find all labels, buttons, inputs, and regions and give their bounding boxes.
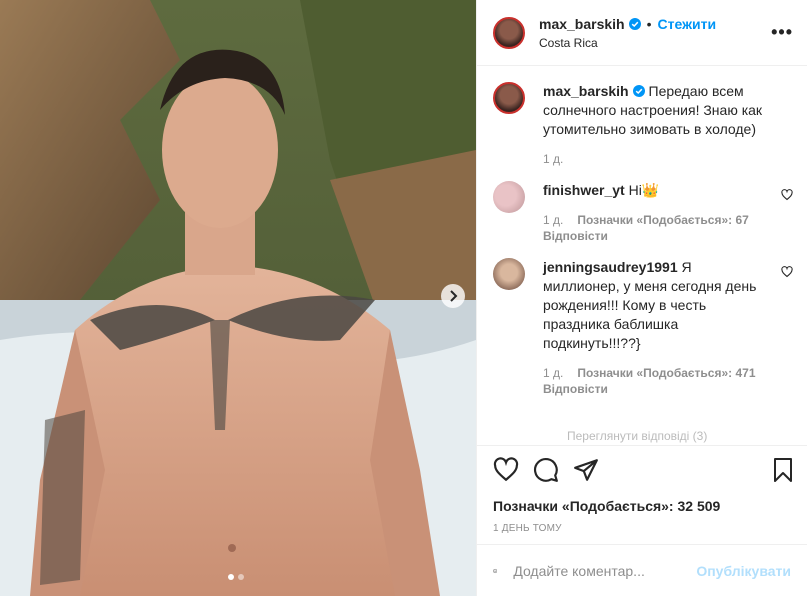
chevron-right-icon [450,290,458,302]
avatar[interactable] [493,181,525,213]
comment-item: jenningsaudrey1991 Я миллионер, у меня с… [493,258,793,397]
save-button[interactable] [771,457,795,483]
comment-meta: 1 д. Позначки «Подобається»: 471 Відпові… [543,365,771,397]
carousel-dots [228,574,244,580]
location-link[interactable]: Costa Rica [539,36,716,50]
comment-button[interactable] [533,457,559,483]
like-button[interactable] [493,457,519,483]
avatar[interactable] [493,258,525,290]
author-username[interactable]: max_barskih [539,16,625,32]
next-slide-button[interactable] [441,284,465,308]
post-modal: max_barskih • Стежити Costa Rica ••• max… [0,0,807,596]
comment-body: finishwer_yt Hi👑 1 д. Позначки «Подобаєт… [543,181,791,244]
like-comment-icon[interactable] [781,189,793,201]
more-options-button[interactable]: ••• [771,22,793,43]
post-header: max_barskih • Стежити Costa Rica ••• [477,0,807,66]
comment-meta: 1 д. Позначки «Подобається»: 67 Відповіс… [543,212,771,244]
follow-button[interactable]: Стежити [658,16,717,32]
emoji-icon[interactable] [493,559,498,583]
header-text: max_barskih • Стежити Costa Rica [539,16,716,50]
header-line: max_barskih • Стежити [539,16,716,32]
share-button[interactable] [573,457,599,483]
carousel-dot-active [228,574,234,580]
likes-count[interactable]: Позначки «Подобається»: 32 509 [477,494,807,518]
avatar[interactable] [493,16,525,49]
caption-username[interactable]: max_barskih [543,83,629,99]
post-photo [0,0,476,596]
reply-button[interactable]: Відповісти [543,228,771,244]
post-time[interactable]: 1 ДЕНЬ ТОМУ [477,518,807,544]
caption: max_barskih Передаю всем солнечного наст… [493,82,791,167]
dot-separator: • [646,15,652,32]
comment-item: finishwer_yt Hi👑 1 д. Позначки «Подобаєт… [493,181,793,244]
post-comment-button[interactable]: Опублікувати [696,563,791,579]
caption-meta: 1 д. [543,151,771,167]
add-comment-bar: Опублікувати [477,544,807,596]
comment-text: Hi👑 [628,182,660,198]
photo-image [0,0,476,596]
verified-badge-icon [632,85,645,97]
like-comment-icon[interactable] [781,266,793,278]
view-replies-link[interactable]: Переглянути відповіді (3) [567,429,707,443]
comment-likes[interactable]: Позначки «Подобається»: 67 [577,212,748,228]
comment-username[interactable]: jenningsaudrey1991 [543,259,678,275]
comment-time[interactable]: 1 д. [543,365,563,381]
verified-badge-icon [628,17,641,30]
post-sidebar: max_barskih • Стежити Costa Rica ••• max… [476,0,807,596]
avatar[interactable] [493,82,525,114]
comment-likes[interactable]: Позначки «Подобається»: 471 [577,365,755,381]
caption-time[interactable]: 1 д. [543,151,563,167]
comment-time[interactable]: 1 д. [543,212,563,228]
comments-list[interactable]: max_barskih Передаю всем солнечного наст… [477,66,807,445]
caption-body: max_barskih Передаю всем солнечного наст… [543,82,791,167]
comment-username[interactable]: finishwer_yt [543,182,625,198]
post-actions [477,445,807,494]
carousel-dot [238,574,244,580]
reply-button[interactable]: Відповісти [543,381,771,397]
comment-body: jenningsaudrey1991 Я миллионер, у меня с… [543,258,791,397]
comment-input[interactable] [511,561,697,580]
